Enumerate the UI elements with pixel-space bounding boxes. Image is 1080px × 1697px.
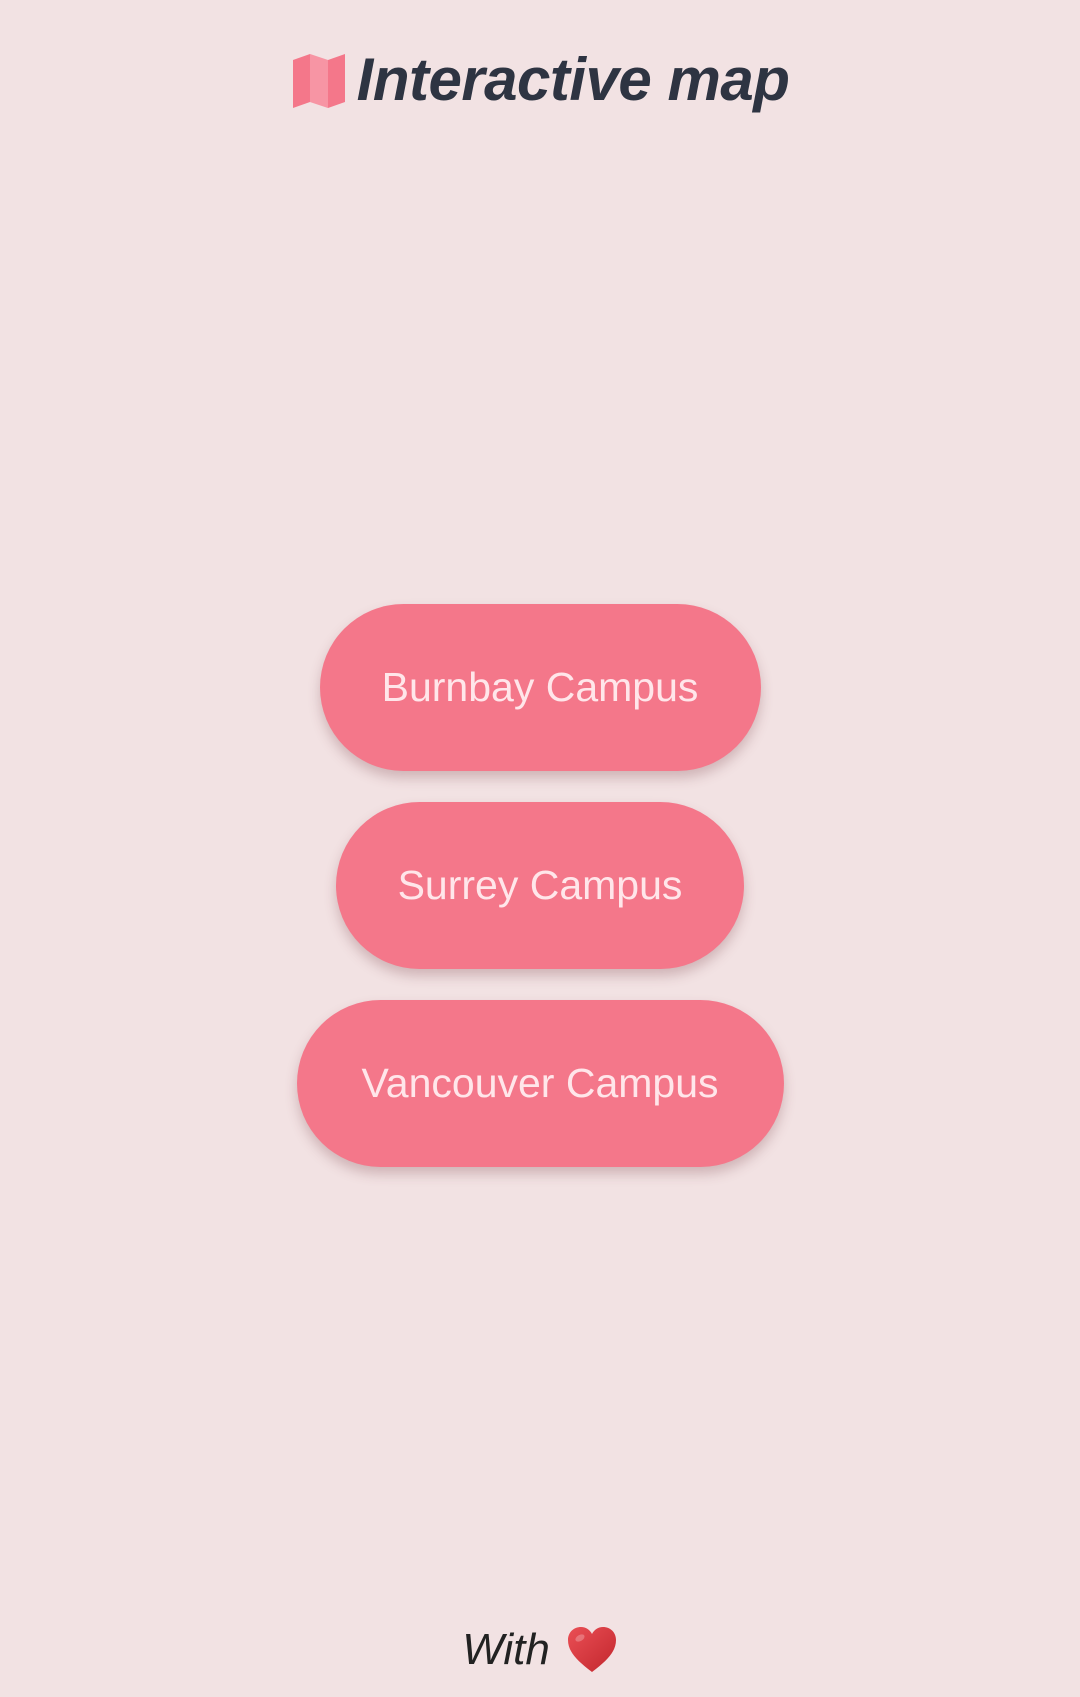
heart-icon [566, 1626, 618, 1674]
footer: With [0, 1625, 1080, 1675]
campus-list: Burnbay Campus Surrey Campus Vancouver C… [0, 604, 1080, 1167]
vancouver-campus-button[interactable]: Vancouver Campus [296, 1000, 784, 1167]
map-icon [291, 52, 347, 108]
burnbay-campus-button[interactable]: Burnbay Campus [319, 604, 761, 771]
footer-text: With [462, 1625, 550, 1674]
surrey-campus-button[interactable]: Surrey Campus [336, 802, 744, 969]
page-header: Interactive map [0, 50, 1080, 110]
page-title: Interactive map [356, 46, 790, 113]
